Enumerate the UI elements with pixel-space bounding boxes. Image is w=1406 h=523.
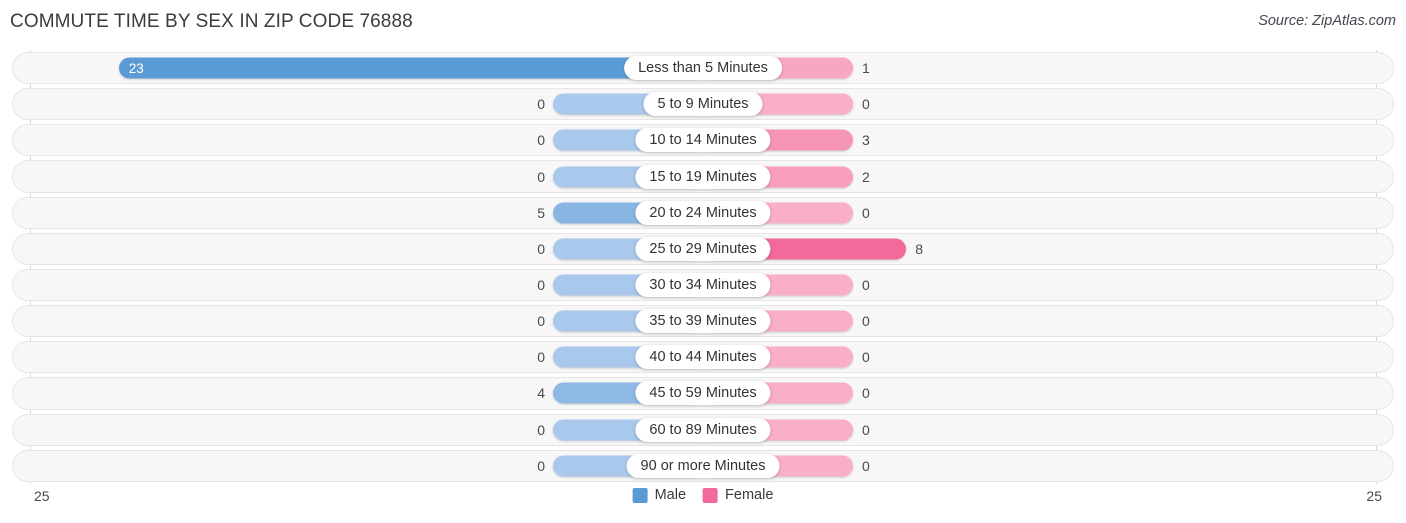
table-row: 0 0 40 to 44 Minutes <box>0 339 1406 375</box>
category-label: 40 to 44 Minutes <box>635 345 771 370</box>
legend-label: Female <box>725 487 774 503</box>
bar-value-female: 0 <box>862 349 870 366</box>
bar-value-male: 0 <box>537 240 545 257</box>
table-row: 5 0 20 to 24 Minutes <box>0 195 1406 231</box>
legend-swatch-icon <box>632 487 648 503</box>
table-row: 0 0 60 to 89 Minutes <box>0 412 1406 448</box>
category-label: 20 to 24 Minutes <box>635 200 771 225</box>
bar-value-female: 2 <box>862 168 870 185</box>
chart-footer: 25 25 Male Female <box>0 484 1406 523</box>
category-label: 45 to 59 Minutes <box>635 381 771 406</box>
bar-value-female: 0 <box>862 96 870 113</box>
bar-value-female: 0 <box>862 204 870 221</box>
table-row: 23 1 Less than 5 Minutes <box>0 50 1406 86</box>
bar-value-female: 0 <box>862 457 870 474</box>
bar-value-male: 0 <box>537 132 545 149</box>
axis-label-left: 25 <box>34 488 50 504</box>
bar-value-male: 0 <box>537 168 545 185</box>
category-label: 90 or more Minutes <box>626 453 780 478</box>
axis-label-right: 25 <box>1366 488 1382 504</box>
legend-item-female[interactable]: Female <box>703 487 773 503</box>
table-row: 0 0 5 to 9 Minutes <box>0 86 1406 122</box>
bar-value-male: 0 <box>537 457 545 474</box>
bar-value-female: 0 <box>862 277 870 294</box>
bar-value-male: 23 <box>128 60 144 76</box>
bar-value-female: 0 <box>862 313 870 330</box>
source-attribution: Source: ZipAtlas.com <box>1258 13 1396 29</box>
bar-value-male: 5 <box>537 204 545 221</box>
chart-legend: Male Female <box>632 487 773 503</box>
legend-label: Male <box>654 487 687 503</box>
bar-value-female: 8 <box>915 240 923 257</box>
bar-row-list: 23 1 Less than 5 Minutes 0 0 5 to 9 Minutes 0 3… <box>0 50 1406 484</box>
bar-male[interactable]: 23 <box>118 57 703 79</box>
table-row: 0 3 10 to 14 Minutes <box>0 122 1406 158</box>
category-label: 60 to 89 Minutes <box>635 417 771 442</box>
category-label: Less than 5 Minutes <box>624 56 782 81</box>
bar-value-male: 4 <box>537 385 545 402</box>
bar-value-female: 0 <box>862 385 870 402</box>
table-row: 0 0 90 or more Minutes <box>0 448 1406 484</box>
category-label: 10 to 14 Minutes <box>635 128 771 153</box>
table-row: 0 8 25 to 29 Minutes <box>0 231 1406 267</box>
legend-swatch-icon <box>703 487 719 503</box>
bar-value-female: 1 <box>862 60 870 77</box>
category-label: 5 to 9 Minutes <box>643 92 763 117</box>
legend-item-male[interactable]: Male <box>632 487 687 503</box>
table-row: 4 0 45 to 59 Minutes <box>0 375 1406 411</box>
bar-value-male: 0 <box>537 277 545 294</box>
bar-value-female: 3 <box>862 132 870 149</box>
bar-value-male: 0 <box>537 421 545 438</box>
table-row: 0 0 35 to 39 Minutes <box>0 303 1406 339</box>
table-row: 0 2 15 to 19 Minutes <box>0 158 1406 194</box>
bar-value-female: 0 <box>862 421 870 438</box>
bar-value-male: 0 <box>537 96 545 113</box>
bar-value-male: 0 <box>537 313 545 330</box>
table-row: 0 0 30 to 34 Minutes <box>0 267 1406 303</box>
category-label: 25 to 29 Minutes <box>635 236 771 261</box>
bar-value-male: 0 <box>537 349 545 366</box>
page-title: COMMUTE TIME BY SEX IN ZIP CODE 76888 <box>10 11 413 32</box>
chart-plot-area: 23 1 Less than 5 Minutes 0 0 5 to 9 Minutes 0 3… <box>0 50 1406 484</box>
category-label: 35 to 39 Minutes <box>635 309 771 334</box>
chart-header: COMMUTE TIME BY SEX IN ZIP CODE 76888 So… <box>0 0 1406 46</box>
category-label: 30 to 34 Minutes <box>635 273 771 298</box>
category-label: 15 to 19 Minutes <box>635 164 771 189</box>
